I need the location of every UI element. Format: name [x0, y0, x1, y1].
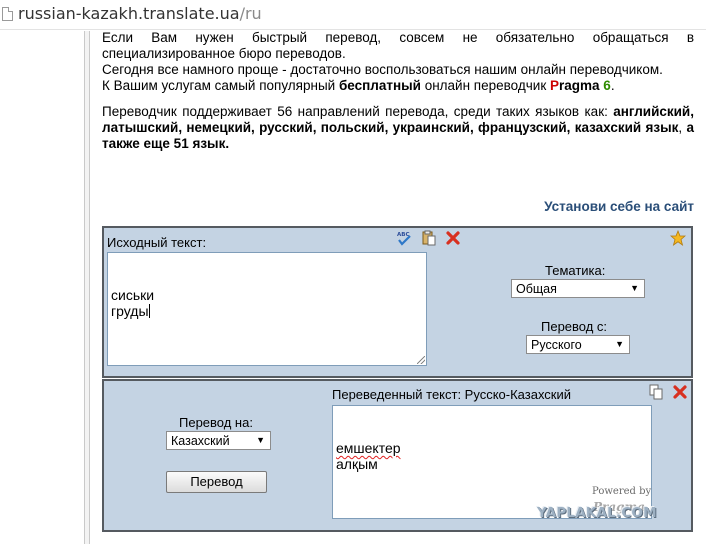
to-language-select[interactable]: Казахский ▼: [166, 431, 271, 450]
chevron-down-icon: ▼: [630, 283, 639, 293]
paste-icon[interactable]: [421, 230, 437, 246]
intro-text: Если Вам нужен быстрый перевод, совсем н…: [102, 30, 694, 152]
p4-text: Переводчик поддерживает 56 направлений п…: [102, 104, 614, 119]
brand-name: ragma: [559, 78, 600, 93]
page-left-border: [84, 31, 90, 544]
chevron-down-icon: ▼: [256, 435, 265, 445]
p3-text-2: онлайн переводчик: [420, 78, 550, 93]
from-language-select[interactable]: Русского ▼: [526, 335, 630, 354]
chevron-down-icon: ▼: [615, 339, 624, 349]
spellcheck-icon[interactable]: ABC: [396, 230, 412, 246]
result-line-2: алқым: [336, 456, 378, 472]
intro-paragraph-2: Сегодня все намного проще - достаточно в…: [102, 62, 663, 77]
to-language-value: Казахский: [171, 434, 230, 448]
result-line-1: емшектер: [336, 440, 401, 456]
source-textarea[interactable]: сиськи груды: [107, 252, 427, 366]
close-icon[interactable]: [672, 384, 688, 400]
url-path: /ru: [239, 4, 262, 23]
brand-letter: P: [549, 78, 559, 93]
page-icon: [2, 7, 13, 21]
topic-value: Общая: [516, 282, 557, 296]
p3-text: К Вашим услугам самый популярный: [102, 78, 339, 93]
free-word: бесплатный: [338, 78, 421, 93]
source-line-2: груды: [111, 303, 150, 319]
source-line-1: сиськи: [111, 287, 155, 303]
intro-paragraph-4: Переводчик поддерживает 56 направлений п…: [102, 104, 694, 152]
resize-handle[interactable]: [417, 356, 425, 364]
intro-paragraph-3: К Вашим услугам самый популярный бесплат…: [102, 78, 694, 94]
source-panel: Исходный текст: ABC сиськи груды Тематика…: [102, 226, 693, 378]
text-caret: [148, 304, 150, 318]
star-icon[interactable]: [670, 230, 686, 246]
url-text[interactable]: russian-kazakh.translate.ua/ru: [18, 4, 262, 23]
topic-select[interactable]: Общая ▼: [511, 279, 645, 298]
topic-label: Тематика:: [545, 263, 606, 278]
translate-button[interactable]: Перевод: [166, 471, 267, 493]
intro-paragraph-1: Если Вам нужен быстрый перевод, совсем н…: [102, 30, 694, 61]
from-language-value: Русского: [531, 338, 582, 352]
watermark: YAPLAKAL.COM: [537, 505, 657, 521]
powered-by-text: Powered by: [592, 486, 652, 497]
p3-end: .: [610, 78, 615, 93]
url-host: russian-kazakh.translate.ua: [18, 4, 240, 23]
source-text-label: Исходный текст:: [107, 235, 207, 250]
clear-icon[interactable]: [445, 230, 461, 246]
address-bar[interactable]: russian-kazakh.translate.ua/ru: [0, 0, 706, 30]
from-language-label: Перевод с:: [541, 319, 608, 334]
result-label: Переведенный текст: Русско-Казахский: [332, 387, 572, 402]
to-language-label: Перевод на:: [179, 415, 253, 430]
install-on-site-link[interactable]: Установи себе на сайт: [544, 199, 694, 214]
brand-version: 6: [603, 78, 611, 93]
copy-icon[interactable]: [648, 384, 664, 400]
